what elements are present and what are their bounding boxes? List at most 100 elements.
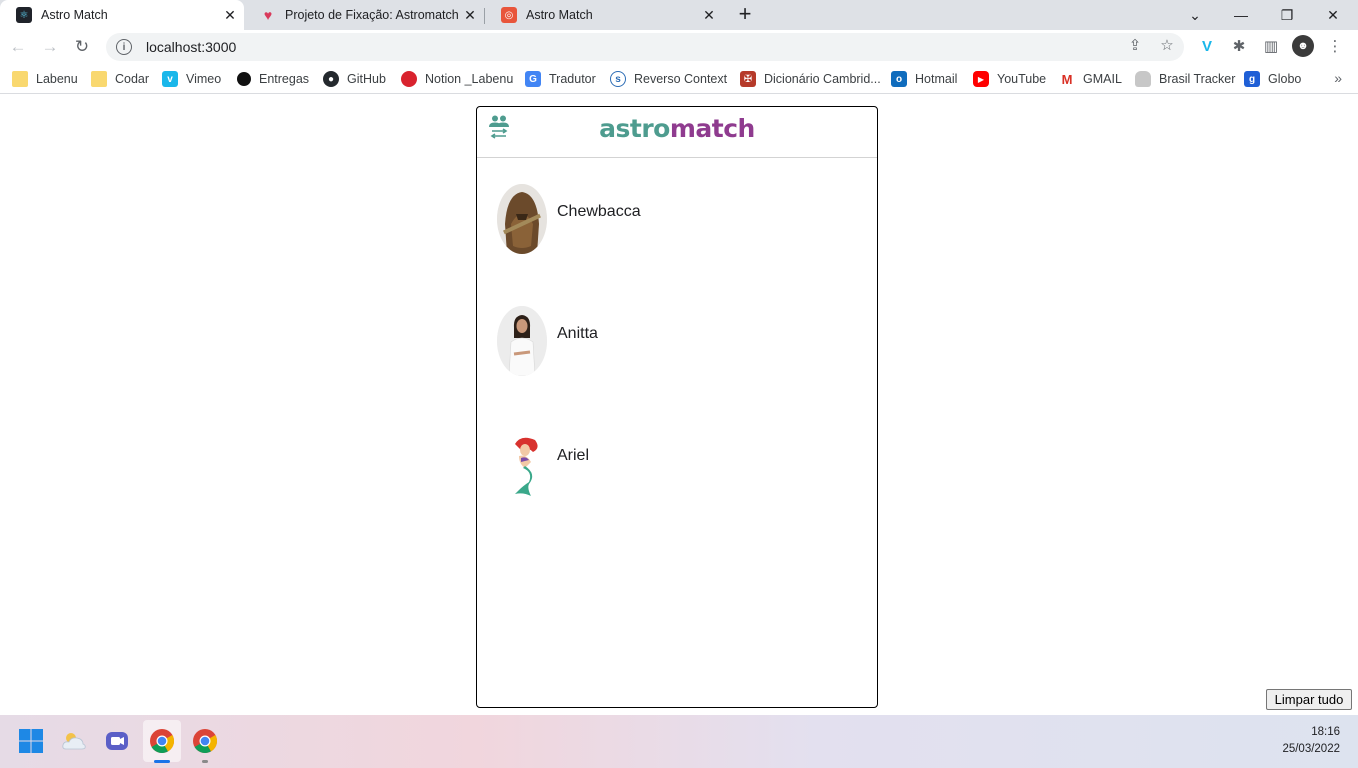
astro-favicon-icon: ◎	[501, 7, 517, 23]
bookmark-label: GMAIL	[1083, 72, 1122, 86]
bookmark-label: Reverso Context	[634, 72, 728, 86]
translate-icon: G	[525, 71, 541, 87]
app-container: astromatch Chewbacca Anitta Ariel	[476, 106, 878, 708]
bookmark-reverso[interactable]: s Reverso Context	[610, 70, 727, 88]
react-favicon-icon: ⚛	[16, 7, 32, 23]
clear-all-button[interactable]: Limpar tudo	[1266, 689, 1352, 710]
browser-toolbar: ← → ↻ i localhost:3000 ⇪ ☆ V ✱ ▥ ☻ ⋮	[0, 30, 1358, 64]
clock-date: 25/03/2022	[1282, 743, 1340, 755]
match-item-ariel[interactable]: Ariel	[497, 428, 857, 550]
system-clock[interactable]: 18:16 25/03/2022	[1282, 724, 1340, 758]
bookmark-youtube[interactable]: ▶ YouTube	[973, 70, 1046, 88]
more-bookmarks-chevron-icon[interactable]: »	[1334, 70, 1342, 86]
bookmark-label: YouTube	[997, 72, 1047, 86]
bookmark-label: Hotmail	[915, 72, 958, 86]
bookmark-label: Codar	[115, 72, 150, 86]
cambridge-icon: ✠	[740, 71, 756, 87]
tab-projeto-fixacao[interactable]: ♥ Projeto de Fixação: Astromatch ✕	[244, 0, 484, 30]
bookmark-tradutor[interactable]: G Tradutor	[525, 70, 596, 88]
astromatch-logo: astromatch	[477, 114, 877, 143]
active-app-indicator	[154, 760, 170, 763]
github-icon: ●	[323, 71, 339, 87]
close-tab-icon[interactable]: ✕	[701, 7, 717, 23]
bookmark-entregas[interactable]: Entregas	[237, 70, 309, 88]
vimeo-extension-icon[interactable]: V	[1197, 36, 1217, 56]
bookmark-label: GitHub	[347, 72, 386, 86]
app-header: astromatch	[477, 107, 877, 158]
reverso-icon: s	[610, 71, 626, 87]
circle-icon	[237, 72, 251, 86]
chrome-profile-icon[interactable]	[190, 726, 220, 756]
close-tab-icon[interactable]: ✕	[462, 7, 478, 23]
teams-chat-icon[interactable]	[102, 726, 132, 756]
globo-icon: g	[1244, 71, 1260, 87]
tab-astro-match-active[interactable]: ⚛ Astro Match ✕	[0, 0, 244, 30]
close-window-icon[interactable]: ✕	[1310, 0, 1356, 30]
avatar-chewbacca	[497, 184, 547, 254]
match-item-chewbacca[interactable]: Chewbacca	[497, 184, 857, 306]
vimeo-icon: v	[162, 71, 178, 87]
avatar-ariel	[497, 428, 547, 498]
clock-time: 18:16	[1311, 726, 1340, 738]
restore-icon[interactable]: ❐	[1264, 0, 1310, 30]
bookmark-brasil-tracker[interactable]: Brasil Tracker	[1135, 70, 1235, 88]
match-name: Chewbacca	[557, 203, 641, 220]
bookmark-globo[interactable]: g Globo	[1244, 70, 1301, 88]
close-tab-icon[interactable]: ✕	[222, 7, 238, 23]
bookmark-github[interactable]: ● GitHub	[323, 70, 386, 88]
bookmark-label: Vimeo	[186, 72, 222, 86]
minimize-icon[interactable]: —	[1218, 0, 1264, 30]
hearts-favicon-icon: ♥	[263, 7, 273, 23]
bookmark-cambridge[interactable]: ✠ Dicionário Cambrid...	[740, 70, 881, 88]
avatar-anitta	[497, 306, 547, 376]
reload-icon[interactable]: ↻	[68, 33, 96, 61]
bookmark-label: Globo	[1268, 72, 1302, 86]
bookmark-label: Notion _Labenu	[425, 72, 514, 86]
menu-kebab-icon[interactable]: ⋮	[1325, 36, 1345, 56]
bookmark-codar[interactable]: Codar	[91, 70, 149, 88]
side-panel-icon[interactable]: ▥	[1261, 36, 1281, 56]
windows-taskbar: 18:16 25/03/2022	[0, 715, 1358, 768]
folder-icon	[12, 71, 28, 87]
bookmark-hotmail[interactable]: o Hotmail	[891, 70, 957, 88]
match-name: Anitta	[557, 325, 598, 342]
address-bar[interactable]: i localhost:3000	[106, 33, 1184, 61]
bookmark-vimeo[interactable]: v Vimeo	[162, 70, 221, 88]
site-info-icon[interactable]: i	[116, 39, 132, 55]
running-app-indicator	[202, 760, 208, 763]
outlook-icon: o	[891, 71, 907, 87]
match-name: Ariel	[557, 447, 590, 464]
bookmark-label: Entregas	[259, 72, 310, 86]
matches-list: Chewbacca Anitta Ariel	[497, 184, 857, 550]
page-content: astromatch Chewbacca Anitta Ariel Limpar…	[0, 95, 1358, 715]
bookmark-labenu[interactable]: Labenu	[12, 70, 78, 88]
bookmarks-bar: Labenu Codar v Vimeo Entregas ● GitHub N…	[0, 64, 1358, 94]
match-item-anitta[interactable]: Anitta	[497, 306, 857, 428]
bookmark-notion[interactable]: Notion _Labenu	[401, 70, 513, 88]
browser-tab-strip: ⚛ Astro Match ✕ ♥ Projeto de Fixação: As…	[0, 0, 1358, 30]
new-tab-plus-icon[interactable]: +	[732, 1, 758, 27]
gmail-icon: M	[1059, 71, 1075, 87]
logo-match: match	[669, 114, 756, 143]
youtube-icon: ▶	[973, 71, 989, 87]
profile-avatar-icon[interactable]: ☻	[1292, 35, 1314, 57]
back-arrow-icon[interactable]: ←	[4, 33, 32, 61]
lock-icon	[1135, 71, 1151, 87]
tab-title: Astro Match	[526, 8, 593, 22]
bookmark-gmail[interactable]: M GMAIL	[1059, 70, 1122, 88]
bookmark-label: Tradutor	[549, 72, 596, 86]
extensions-puzzle-icon[interactable]: ✱	[1229, 36, 1249, 56]
apple-icon	[401, 71, 417, 87]
forward-arrow-icon[interactable]: →	[36, 33, 64, 61]
share-icon[interactable]: ⇪	[1126, 36, 1144, 54]
weather-cloud-icon[interactable]	[59, 726, 89, 756]
bookmark-star-icon[interactable]: ☆	[1158, 36, 1176, 54]
tab-title: Projeto de Fixação: Astromatch	[285, 8, 459, 22]
logo-astro: astro	[599, 114, 670, 143]
bookmark-label: Dicionário Cambrid...	[764, 72, 881, 86]
tab-astro-match[interactable]: ◎ Astro Match ✕	[485, 0, 723, 30]
tab-title: Astro Match	[41, 8, 108, 22]
chrome-icon[interactable]	[147, 726, 177, 756]
tab-search-chevron-icon[interactable]: ⌄	[1172, 0, 1218, 30]
windows-start-icon[interactable]	[16, 726, 46, 756]
